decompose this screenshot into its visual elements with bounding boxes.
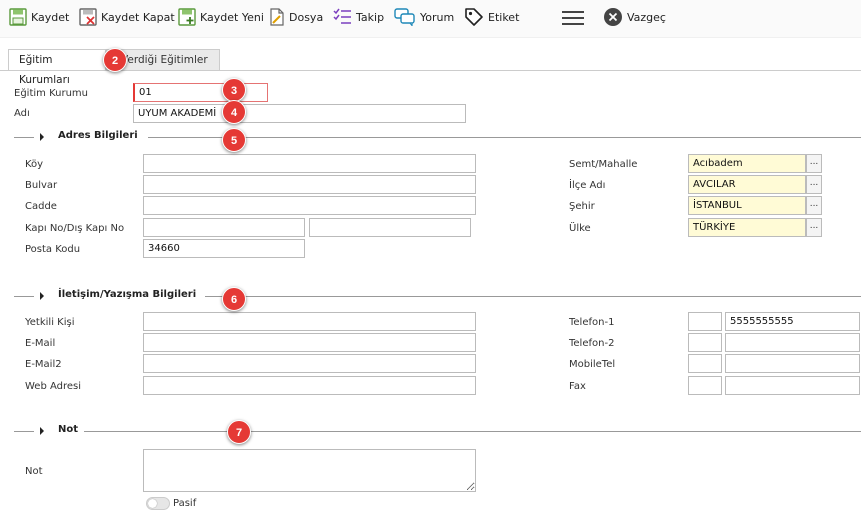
- fax-number-input[interactable]: [725, 376, 860, 395]
- postal-code-input[interactable]: 34660: [143, 239, 305, 258]
- expand-arrow-icon: [40, 427, 44, 435]
- county-label: İlçe Adı: [569, 180, 606, 191]
- annotation-badge: 4: [222, 100, 246, 124]
- note-section-header[interactable]: Not: [0, 424, 861, 438]
- county-input[interactable]: AVCILAR: [688, 175, 806, 194]
- street-label: Cadde: [25, 201, 57, 212]
- expand-arrow-icon: [40, 133, 44, 141]
- follow-button[interactable]: Takip: [333, 6, 384, 28]
- web-address-input[interactable]: [143, 376, 476, 395]
- phone2-number-input[interactable]: [725, 333, 860, 352]
- contact-section-header[interactable]: İletişim/Yazışma Bilgileri: [0, 289, 861, 303]
- institution-code-input[interactable]: 01: [133, 83, 268, 102]
- country-lookup-button[interactable]: ...: [806, 218, 822, 237]
- follow-label: Takip: [356, 10, 385, 24]
- address-section-header[interactable]: Adres Bilgileri: [0, 130, 861, 144]
- fax-area-code-input[interactable]: [688, 376, 722, 395]
- door-number-input[interactable]: [143, 218, 305, 237]
- save-close-icon: [79, 8, 97, 26]
- file-button[interactable]: Dosya: [268, 6, 323, 28]
- expand-arrow-icon: [40, 292, 44, 300]
- district-lookup-button[interactable]: ...: [806, 154, 822, 173]
- contact-section-title: İletişim/Yazışma Bilgileri: [58, 289, 197, 300]
- save-new-icon: [178, 8, 196, 26]
- boulevard-input[interactable]: [143, 175, 476, 194]
- passive-toggle[interactable]: [146, 497, 170, 510]
- mobile-number-input[interactable]: [725, 354, 860, 373]
- cancel-button[interactable]: Vazgeç: [603, 6, 666, 28]
- mobile-area-code-input[interactable]: [688, 354, 722, 373]
- save-button[interactable]: Kaydet: [9, 6, 69, 28]
- email-label: E-Mail: [25, 338, 56, 349]
- cancel-label: Vazgeç: [627, 10, 666, 24]
- village-label: Köy: [25, 159, 44, 170]
- name-input[interactable]: UYUM AKADEMİ: [133, 104, 466, 123]
- file-icon: [270, 8, 284, 26]
- country-input[interactable]: TÜRKİYE: [688, 218, 806, 237]
- tab-divider: [0, 70, 861, 71]
- close-icon: [604, 8, 622, 26]
- file-label: Dosya: [289, 10, 324, 24]
- city-label: Şehir: [569, 201, 595, 212]
- phone2-label: Telefon-2: [569, 338, 615, 349]
- district-label: Semt/Mahalle: [569, 159, 638, 170]
- door-number-label: Kapı No/Dış Kapı No: [25, 223, 125, 234]
- note-label: Not: [25, 466, 43, 477]
- annotation-badge: 2: [103, 48, 127, 72]
- menu-icon[interactable]: [562, 11, 584, 25]
- annotation-badge: 6: [222, 287, 246, 311]
- email2-label: E-Mail2: [25, 359, 62, 370]
- save-label: Kaydet: [31, 10, 70, 24]
- note-textarea[interactable]: [143, 449, 476, 492]
- tab-given-trainings-label: Verdiği Eğitimler: [121, 54, 208, 66]
- street-input[interactable]: [143, 196, 476, 215]
- district-input[interactable]: Acıbadem: [688, 154, 806, 173]
- postal-code-label: Posta Kodu: [25, 244, 81, 255]
- fax-label: Fax: [569, 381, 586, 392]
- boulevard-label: Bulvar: [25, 180, 58, 191]
- village-input[interactable]: [143, 154, 476, 173]
- save-new-label: Kaydet Yeni: [200, 10, 264, 24]
- comment-label: Yorum: [420, 10, 455, 24]
- tag-button[interactable]: Etiket: [464, 6, 519, 28]
- city-lookup-button[interactable]: ...: [806, 196, 822, 215]
- comment-button[interactable]: Yorum: [394, 6, 454, 28]
- phone1-label: Telefon-1: [569, 317, 615, 328]
- mobile-phone-label: MobileTel: [569, 359, 616, 370]
- save-close-button[interactable]: Kaydet Kapat: [79, 6, 175, 28]
- address-section-title: Adres Bilgileri: [58, 130, 138, 141]
- comment-icon: [394, 8, 415, 26]
- name-label: Adı: [14, 108, 30, 119]
- tag-icon: [465, 8, 483, 26]
- phone1-number-input[interactable]: 5555555555: [725, 312, 860, 331]
- city-input[interactable]: İSTANBUL: [688, 196, 806, 215]
- note-section-title: Not: [58, 424, 79, 435]
- tag-label: Etiket: [488, 10, 520, 24]
- annotation-badge: 5: [222, 128, 246, 152]
- toolbar: Kaydet Kaydet Kapat Kaydet Yeni Dosya Ta…: [0, 0, 861, 38]
- save-icon: [9, 8, 27, 26]
- save-new-button[interactable]: Kaydet Yeni: [178, 6, 264, 28]
- email-input[interactable]: [143, 333, 476, 352]
- outer-door-number-input[interactable]: [309, 218, 471, 237]
- country-label: Ülke: [569, 223, 591, 234]
- county-lookup-button[interactable]: ...: [806, 175, 822, 194]
- annotation-badge: 7: [227, 420, 251, 444]
- contact-person-input[interactable]: [143, 312, 476, 331]
- institution-code-label: Eğitim Kurumu: [14, 88, 88, 99]
- phone2-area-code-input[interactable]: [688, 333, 722, 352]
- tab-institutions[interactable]: Eğitim Kurumları: [8, 49, 106, 86]
- contact-person-label: Yetkili Kişi: [25, 317, 75, 328]
- email2-input[interactable]: [143, 354, 476, 373]
- web-address-label: Web Adresi: [25, 381, 82, 392]
- phone1-area-code-input[interactable]: [688, 312, 722, 331]
- passive-label: Pasif: [173, 498, 197, 509]
- checklist-icon: [333, 8, 351, 24]
- annotation-badge: 3: [222, 78, 246, 102]
- save-close-label: Kaydet Kapat: [101, 10, 175, 24]
